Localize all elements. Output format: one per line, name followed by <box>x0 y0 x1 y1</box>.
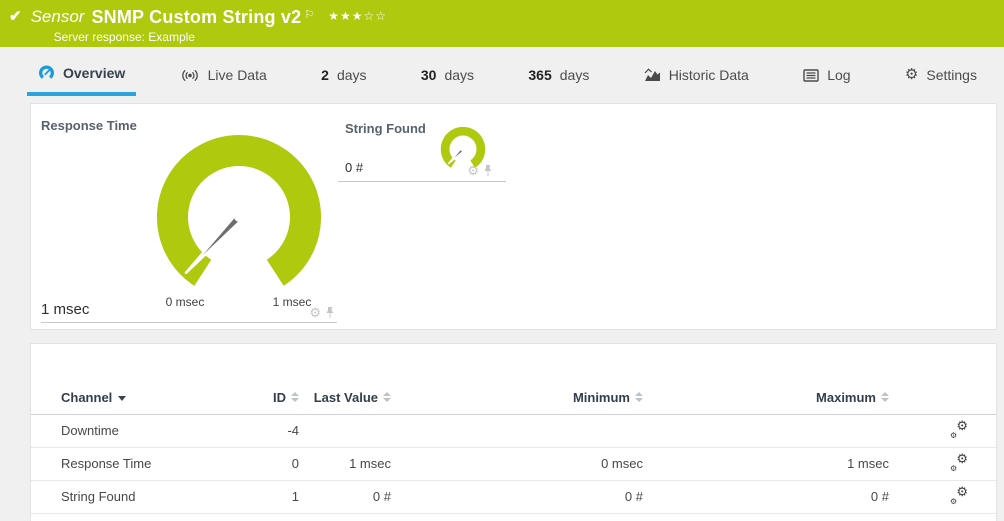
priority-flag-icon[interactable]: ⚐ <box>304 4 314 26</box>
tab-label: days <box>444 67 475 83</box>
column-header-actions <box>889 381 996 415</box>
gauge-title: String Found <box>345 121 426 136</box>
sensor-title: SNMP Custom String v2 <box>91 7 302 27</box>
sensor-header: ✔ Sensor SNMP Custom String v2 ⚐ ★★★☆☆ S… <box>0 0 1004 47</box>
star-filled-icons[interactable]: ★★★ <box>328 9 363 23</box>
live-data-broadcast-icon <box>181 69 198 81</box>
channel-settings-gears-icon[interactable]: ⚙ ⚙ <box>950 484 968 506</box>
tab-overview[interactable]: Overview <box>27 59 137 96</box>
channel-maximum: 0 # <box>643 480 889 514</box>
channel-id: 1 <box>231 480 299 514</box>
gauge-settings-gear-icon[interactable]: ⚙ <box>467 164 479 177</box>
channel-name: String Found <box>31 480 231 514</box>
column-header-maximum[interactable]: Maximum <box>643 381 889 415</box>
tab-label: days <box>336 67 367 83</box>
channel-maximum: 1 msec <box>643 447 889 481</box>
tab-2-days[interactable]: 2 days <box>310 59 377 96</box>
channel-actions: ⚙ ⚙ <box>889 447 996 481</box>
channel-minimum: 0 # <box>391 480 643 514</box>
tab-label: days <box>559 67 590 83</box>
channel-minimum <box>391 414 643 448</box>
channel-name: Response Time <box>31 447 231 481</box>
channel-minimum: 0 msec <box>391 447 643 481</box>
channel-last-value: 1 msec <box>299 447 391 481</box>
channel-settings-gears-icon[interactable]: ⚙ ⚙ <box>950 451 968 473</box>
log-list-icon <box>803 68 819 82</box>
sort-icon <box>291 392 299 403</box>
tab-historic-data[interactable]: Historic Data <box>633 59 760 96</box>
sensor-titles: Sensor SNMP Custom String v2 ⚐ ★★★☆☆ Ser… <box>31 6 387 44</box>
tab-label: Overview <box>63 65 126 81</box>
channel-maximum <box>643 414 889 448</box>
channel-last-value <box>299 414 391 448</box>
status-ok-check-icon: ✔ <box>9 8 22 25</box>
string-found-gauge-widget: String Found 0 # ⚙ <box>338 114 506 182</box>
sort-icon <box>881 392 889 403</box>
column-header-channel[interactable]: Channel <box>31 381 231 415</box>
star-empty-icons[interactable]: ☆☆ <box>364 9 388 23</box>
gauge-icon <box>39 64 54 79</box>
pin-icon[interactable] <box>483 164 493 177</box>
channel-last-value: 0 # <box>299 480 391 514</box>
table-header-row: Channel ID Last Value Minimum Maximum <box>31 381 996 415</box>
gauge-settings-gear-icon[interactable]: ⚙ <box>309 306 321 319</box>
tab-30-days[interactable]: 30 days <box>410 59 485 96</box>
channels-panel: Channel ID Last Value Minimum Maximum Do… <box>30 343 997 521</box>
gauge-scale-min: 0 msec <box>165 295 205 309</box>
tab-settings[interactable]: ⚙ Settings <box>894 59 988 96</box>
channel-name: Downtime <box>31 414 231 448</box>
tab-number: 2 <box>321 67 329 83</box>
gauge-current-value: 1 msec <box>41 301 90 318</box>
column-header-id[interactable]: ID <box>231 381 299 415</box>
tab-365-days[interactable]: 365 days <box>517 59 600 96</box>
tab-label: Log <box>827 67 851 83</box>
gauge-title: Response Time <box>41 118 137 133</box>
sort-desc-icon <box>118 395 127 401</box>
sort-icon <box>635 392 643 403</box>
gauge-current-value: 0 # <box>345 160 364 175</box>
tab-number: 365 <box>528 67 552 83</box>
channel-settings-gears-icon[interactable]: ⚙ ⚙ <box>950 418 968 440</box>
channel-actions: ⚙ ⚙ <box>889 480 996 514</box>
tab-label: Live Data <box>207 67 267 83</box>
prtg-sensor-page: ✔ Sensor SNMP Custom String v2 ⚐ ★★★☆☆ S… <box>0 0 1004 521</box>
channels-table: Channel ID Last Value Minimum Maximum Do… <box>31 381 996 514</box>
channel-actions: ⚙ ⚙ <box>889 414 996 448</box>
table-row: Response Time 0 1 msec 0 msec 1 msec ⚙ ⚙ <box>31 447 996 481</box>
tab-log[interactable]: Log <box>792 59 861 96</box>
column-header-last-value[interactable]: Last Value <box>299 381 391 415</box>
response-time-gauge <box>156 135 322 286</box>
settings-gear-icon: ⚙ <box>904 66 919 83</box>
channel-id: -4 <box>231 414 299 448</box>
priority-stars[interactable]: ★★★☆☆ <box>328 5 387 27</box>
object-kind-label: Sensor <box>30 7 85 26</box>
sort-icon <box>383 392 391 403</box>
tab-label: Settings <box>926 67 977 83</box>
table-row: String Found 1 0 # 0 # 0 # ⚙ ⚙ <box>31 480 996 514</box>
sensor-status-message: Server response: Example <box>53 30 195 44</box>
tab-label: Historic Data <box>668 67 749 83</box>
tab-live-data[interactable]: Live Data <box>169 59 278 96</box>
gauges-panel: Response Time 0 msec 1 msec 1 msec ⚙ Str… <box>30 103 997 330</box>
table-row: Downtime -4 ⚙ ⚙ <box>31 414 996 448</box>
pin-icon[interactable] <box>325 306 335 319</box>
response-time-gauge-widget: Response Time 0 msec 1 msec 1 msec ⚙ <box>41 114 337 323</box>
channel-id: 0 <box>231 447 299 481</box>
tab-number: 30 <box>420 67 437 83</box>
column-header-minimum[interactable]: Minimum <box>391 381 643 415</box>
tab-bar: Overview Live Data 2 days 30 days 365 da… <box>0 47 1004 103</box>
area-chart-icon <box>644 68 660 81</box>
